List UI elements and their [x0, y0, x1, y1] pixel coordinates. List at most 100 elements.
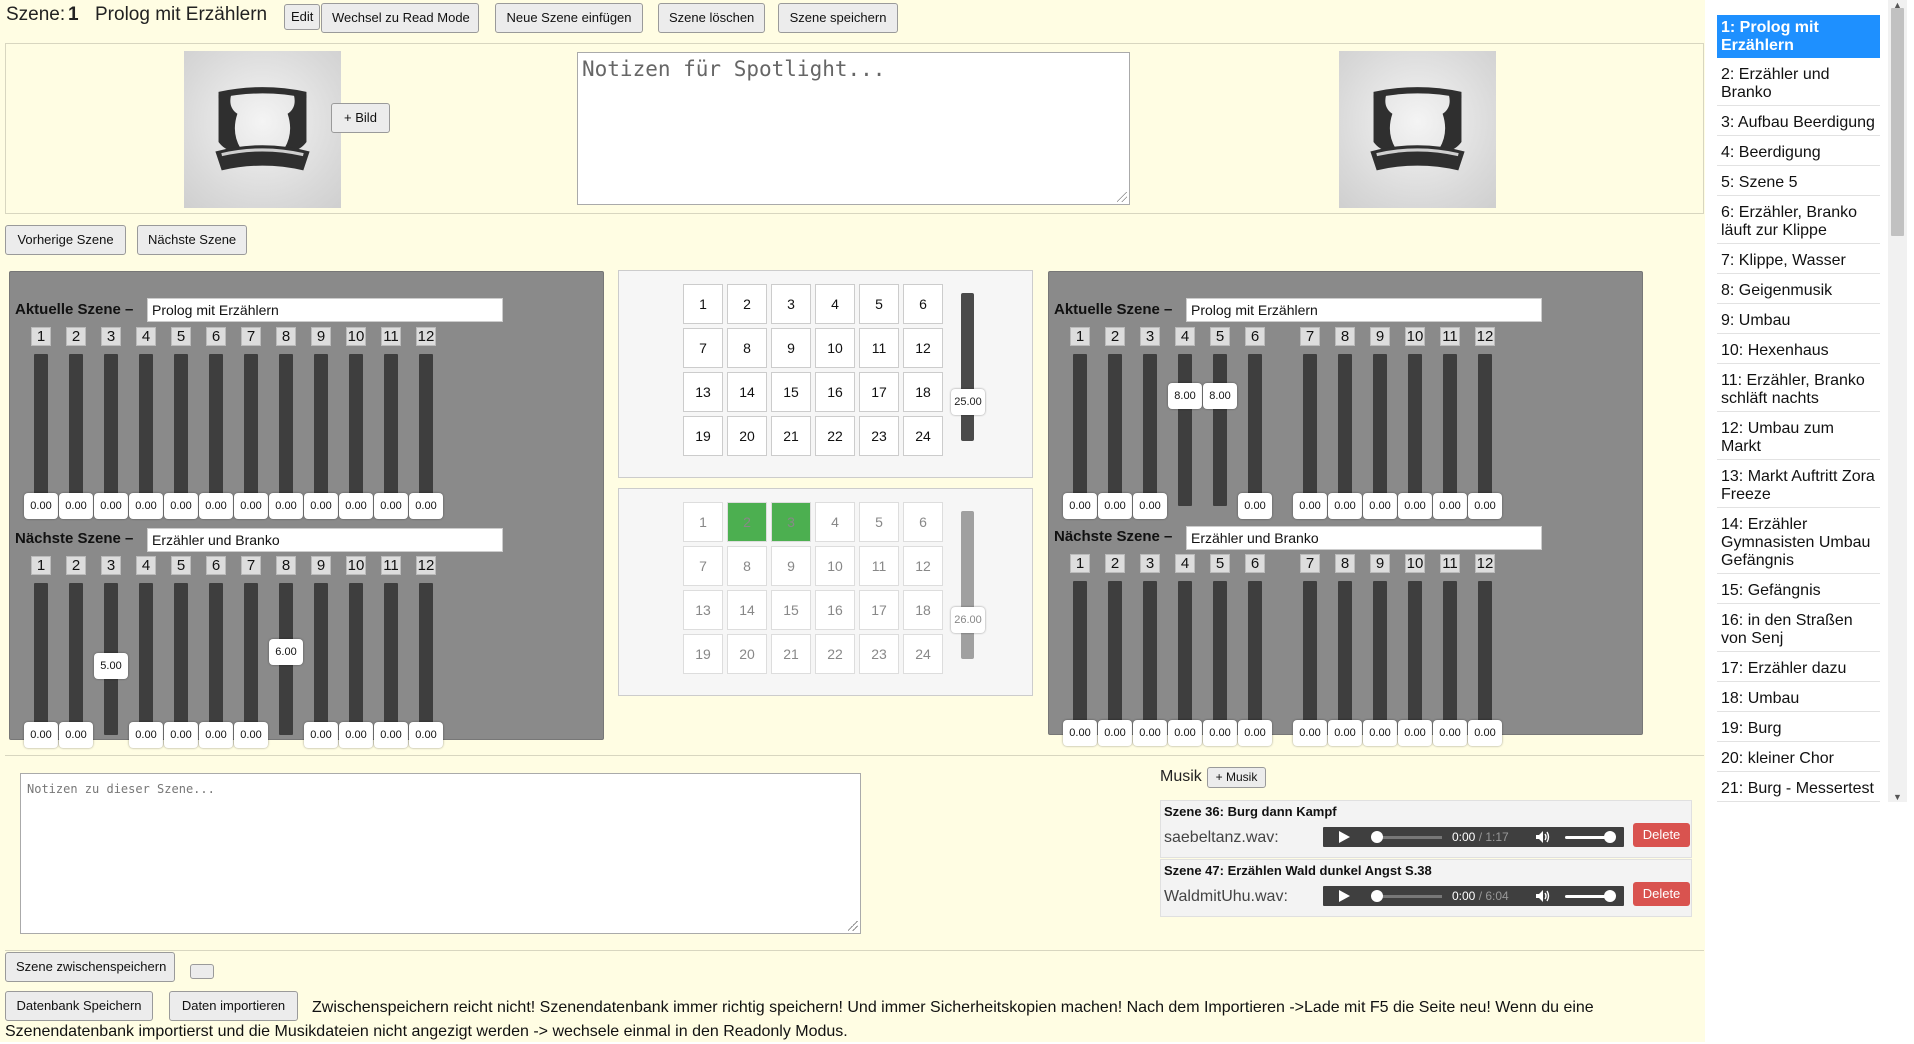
fader-handle[interactable]: 0.00 — [304, 493, 338, 519]
fader-handle[interactable]: 6.00 — [269, 639, 303, 666]
fader-track[interactable] — [349, 354, 363, 506]
fader-track[interactable] — [209, 354, 223, 506]
fader-handle[interactable]: 8.00 — [1203, 382, 1237, 409]
edit-button[interactable]: Edit — [284, 4, 321, 30]
preset-cell[interactable]: 6 — [903, 284, 943, 324]
fader-handle[interactable]: 8.00 — [1168, 382, 1202, 409]
preset-cell[interactable]: 8 — [727, 328, 767, 368]
scene-list-item[interactable]: 20: kleiner Chor — [1717, 746, 1880, 772]
audio-player[interactable]: 0:00 / 1:17 — [1323, 827, 1624, 847]
play-icon[interactable] — [1339, 890, 1350, 902]
scene-list-item[interactable]: 12: Umbau zum Markt — [1717, 416, 1880, 460]
sidebar-scrollbar[interactable]: ▲ ▼ — [1888, 0, 1907, 802]
fader-handle[interactable]: 0.00 — [1238, 720, 1272, 746]
preset-cell[interactable]: 12 — [903, 546, 943, 586]
fader-track[interactable] — [419, 583, 433, 735]
fader-track[interactable] — [1303, 581, 1317, 733]
fader-track[interactable] — [244, 583, 258, 735]
fader-track[interactable] — [69, 583, 83, 735]
preset-cell[interactable]: 7 — [683, 546, 723, 586]
fader-track[interactable] — [384, 583, 398, 735]
fader-track[interactable] — [314, 583, 328, 735]
preset-cell[interactable]: 3 — [771, 502, 811, 542]
fader-track[interactable] — [1478, 354, 1492, 506]
preset-cell[interactable]: 10 — [815, 546, 855, 586]
fader-handle[interactable]: 0.00 — [1468, 720, 1502, 746]
fader-handle[interactable]: 0.00 — [1133, 493, 1167, 519]
fader-handle[interactable]: 0.00 — [1133, 720, 1167, 746]
fader-track[interactable] — [209, 583, 223, 735]
delete-music-button[interactable]: Delete — [1633, 882, 1690, 906]
spotlight-notes-input[interactable]: Notizen für Spotlight... — [577, 52, 1130, 205]
fader-track[interactable] — [1338, 354, 1352, 506]
read-mode-button[interactable]: Wechsel zu Read Mode — [321, 3, 479, 33]
scene-list-item[interactable]: 3: Aufbau Beerdigung — [1717, 110, 1880, 136]
fader-handle[interactable]: 0.00 — [374, 722, 408, 748]
fader-track[interactable] — [174, 354, 188, 506]
preset-cell[interactable]: 6 — [903, 502, 943, 542]
fader-track[interactable] — [279, 354, 293, 506]
volume-icon[interactable] — [1535, 889, 1551, 903]
fader-track[interactable] — [1108, 581, 1122, 733]
preset-cell[interactable]: 2 — [727, 502, 767, 542]
fader-track[interactable] — [314, 354, 328, 506]
fader-handle[interactable]: 0.00 — [129, 722, 163, 748]
preset-cell[interactable]: 10 — [815, 328, 855, 368]
fader-track[interactable] — [1108, 354, 1122, 506]
scene-list-item[interactable]: 15: Gefängnis — [1717, 578, 1880, 604]
fader-track[interactable] — [1073, 581, 1087, 733]
master-slider-handle[interactable]: 26.00 — [951, 607, 985, 633]
fader-handle[interactable]: 0.00 — [1398, 720, 1432, 746]
scene-list-item[interactable]: 14: Erzähler Gymnasisten Umbau Gefängnis — [1717, 512, 1880, 574]
scene-list-item[interactable]: 9: Umbau — [1717, 308, 1880, 334]
preset-cell[interactable]: 13 — [683, 372, 723, 412]
fader-track[interactable] — [1178, 354, 1192, 506]
previous-scene-button[interactable]: Vorherige Szene — [5, 225, 126, 255]
volume-handle[interactable] — [1604, 890, 1616, 902]
fader-track[interactable] — [1443, 581, 1457, 733]
preset-cell[interactable]: 2 — [727, 284, 767, 324]
preset-cell[interactable]: 19 — [683, 634, 723, 674]
scene-list-item[interactable]: 11: Erzähler, Branko schläft nachts — [1717, 368, 1880, 412]
fader-track[interactable] — [34, 583, 48, 735]
fader-track[interactable] — [34, 354, 48, 506]
preset-cell[interactable]: 15 — [771, 590, 811, 630]
volume-handle[interactable] — [1604, 831, 1616, 843]
preset-cell[interactable]: 17 — [859, 372, 899, 412]
scene-list-item[interactable]: 21: Burg - Messertest — [1717, 776, 1880, 802]
fader-handle[interactable]: 0.00 — [59, 493, 93, 519]
fader-handle[interactable]: 0.00 — [164, 493, 198, 519]
fader-handle[interactable]: 5.00 — [94, 653, 128, 679]
master-slider[interactable] — [961, 293, 974, 441]
scene-notes-input[interactable]: Notizen zu dieser Szene... — [20, 773, 861, 934]
fader-handle[interactable]: 0.00 — [1468, 493, 1502, 519]
preset-cell[interactable]: 14 — [727, 590, 767, 630]
resize-grip-icon[interactable] — [1117, 192, 1127, 202]
fader-handle[interactable]: 0.00 — [94, 493, 128, 519]
fader-track[interactable] — [1373, 354, 1387, 506]
scene-list-item[interactable]: 1: Prolog mit Erzählern — [1717, 15, 1880, 58]
delete-scene-button[interactable]: Szene löschen — [658, 3, 765, 33]
fader-handle[interactable]: 0.00 — [164, 722, 198, 748]
fader-handle[interactable]: 0.00 — [1363, 720, 1397, 746]
scene-list-item[interactable]: 6: Erzähler, Branko läuft zur Klippe — [1717, 200, 1880, 244]
preset-cell[interactable]: 4 — [815, 502, 855, 542]
fader-handle[interactable]: 0.00 — [234, 493, 268, 519]
fader-handle[interactable]: 0.00 — [304, 722, 338, 748]
scene-list-item[interactable]: 18: Umbau — [1717, 686, 1880, 712]
scene-list-item[interactable]: 4: Beerdigung — [1717, 140, 1880, 166]
fader-track[interactable] — [1143, 354, 1157, 506]
fader-handle[interactable]: 0.00 — [1063, 720, 1097, 746]
fader-handle[interactable]: 0.00 — [339, 722, 373, 748]
preset-cell[interactable]: 17 — [859, 590, 899, 630]
fader-track[interactable] — [1248, 581, 1262, 733]
volume-bar[interactable] — [1565, 836, 1609, 839]
fader-track[interactable] — [1408, 581, 1422, 733]
preset-cell[interactable]: 21 — [771, 416, 811, 456]
volume-bar[interactable] — [1565, 895, 1609, 898]
fader-track[interactable] — [174, 583, 188, 735]
preset-cell[interactable]: 9 — [771, 546, 811, 586]
fader-handle[interactable]: 0.00 — [1098, 493, 1132, 519]
fader-handle[interactable]: 0.00 — [1363, 493, 1397, 519]
next-scene-button[interactable]: Nächste Szene — [137, 225, 247, 255]
